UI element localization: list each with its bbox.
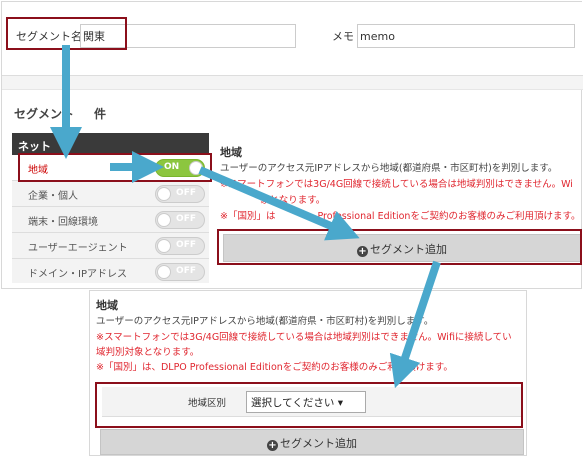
- arrow-down-left-icon: [389, 260, 441, 389]
- guide-arrows: [50, 45, 441, 389]
- arrow-diagonal-icon: [198, 166, 360, 241]
